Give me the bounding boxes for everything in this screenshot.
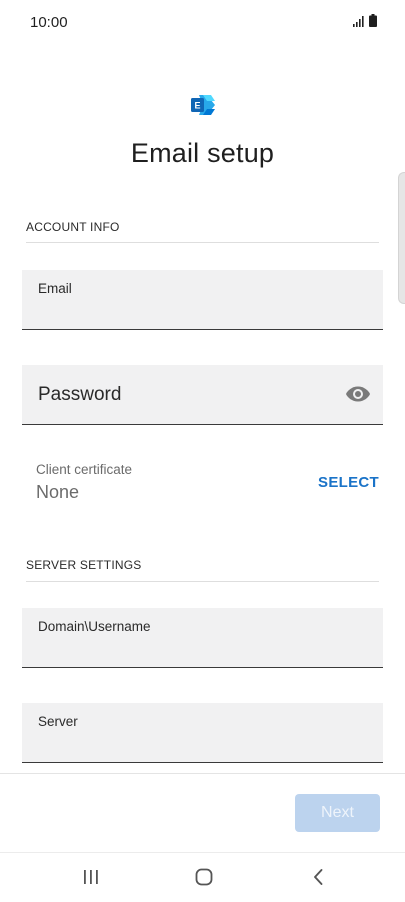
page-title: Email setup [130,138,275,168]
signal-icon [353,16,364,27]
select-certificate-button[interactable]: SELECT [318,474,379,491]
next-button[interactable]: Next [295,794,380,832]
recents-button[interactable] [76,865,106,889]
back-button[interactable] [303,865,333,889]
exchange-logo-icon: E [191,95,215,115]
recents-icon [84,870,98,884]
password-field-label: Password [38,384,122,405]
password-field[interactable]: Password [22,365,383,425]
status-icons [353,14,377,27]
navigation-bar [0,853,405,902]
eye-icon[interactable] [345,385,371,403]
email-field-label: Email [38,281,72,296]
email-setup-screen: 10:00 E Email setup ACCOUNT INFO Email P… [0,0,405,902]
status-time: 10:00 [30,14,68,31]
status-bar: 10:00 [0,0,405,44]
home-icon [195,868,213,886]
footer-divider [0,773,405,774]
client-certificate-label: Client certificate [36,462,133,477]
account-info-divider [26,242,379,243]
email-field[interactable]: Email [22,270,383,330]
edge-panel-handle[interactable] [398,172,405,304]
server-settings-divider [26,581,379,582]
server-field-label: Server [38,714,78,729]
domain-username-field[interactable]: Domain\Username [22,608,383,668]
back-icon [314,869,323,885]
account-info-header: ACCOUNT INFO [26,220,120,234]
battery-icon [369,14,377,27]
client-certificate-value: None [36,482,80,502]
domain-username-field-label: Domain\Username [38,619,151,634]
home-button[interactable] [189,865,219,889]
server-settings-header: SERVER SETTINGS [26,558,142,572]
server-field[interactable]: Server [22,703,383,763]
svg-text:E: E [194,101,200,111]
